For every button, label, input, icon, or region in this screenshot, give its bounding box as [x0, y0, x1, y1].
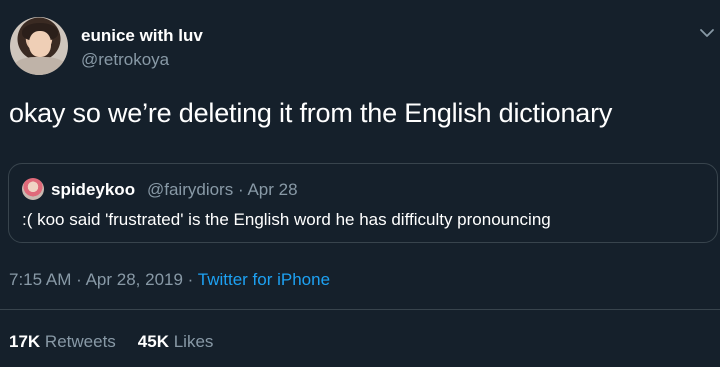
- retweets-label: Retweets: [44, 332, 116, 351]
- tweet-date[interactable]: Apr 28, 2019: [86, 270, 183, 289]
- likes-count: 45K: [137, 332, 169, 351]
- quoted-author-display-name: spideykoo: [51, 180, 136, 199]
- quoted-tweet[interactable]: spideykoo @fairydiors · Apr 28 :( koo sa…: [8, 163, 718, 243]
- quoted-meta-separator: ·: [237, 180, 244, 199]
- divider: [0, 309, 720, 310]
- author-display-name[interactable]: eunice with luv: [81, 26, 203, 46]
- tweet-card: eunice with luv @retrokoya okay so we’re…: [0, 0, 720, 367]
- quoted-author-avatar: [22, 178, 44, 200]
- meta-separator: ·: [76, 270, 82, 289]
- likes-stat[interactable]: 45K Likes: [138, 332, 214, 351]
- likes-label: Likes: [173, 332, 214, 351]
- author-handle[interactable]: @retrokoya: [81, 50, 169, 70]
- tweet-stats: 17K Retweets 45K Likes: [9, 332, 213, 352]
- retweets-stat[interactable]: 17K Retweets: [9, 332, 116, 351]
- tweet-text: okay so we’re deleting it from the Engli…: [9, 98, 613, 128]
- quoted-author-handle: @fairydiors: [147, 180, 234, 199]
- author-avatar[interactable]: [10, 17, 68, 75]
- tweet-time[interactable]: 7:15 AM: [9, 270, 71, 289]
- chevron-down-icon[interactable]: [698, 24, 716, 42]
- retweets-count: 17K: [9, 332, 41, 351]
- tweet-source-link[interactable]: Twitter for iPhone: [198, 270, 330, 289]
- quoted-author-meta: @fairydiors · Apr 28: [147, 180, 298, 200]
- meta-separator: ·: [187, 270, 194, 289]
- quoted-tweet-text: :( koo said 'frustrated' is the English …: [22, 210, 551, 229]
- quoted-tweet-date: Apr 28: [247, 180, 298, 199]
- tweet-meta: 7:15 AM · Apr 28, 2019 · Twitter for iPh…: [9, 270, 330, 290]
